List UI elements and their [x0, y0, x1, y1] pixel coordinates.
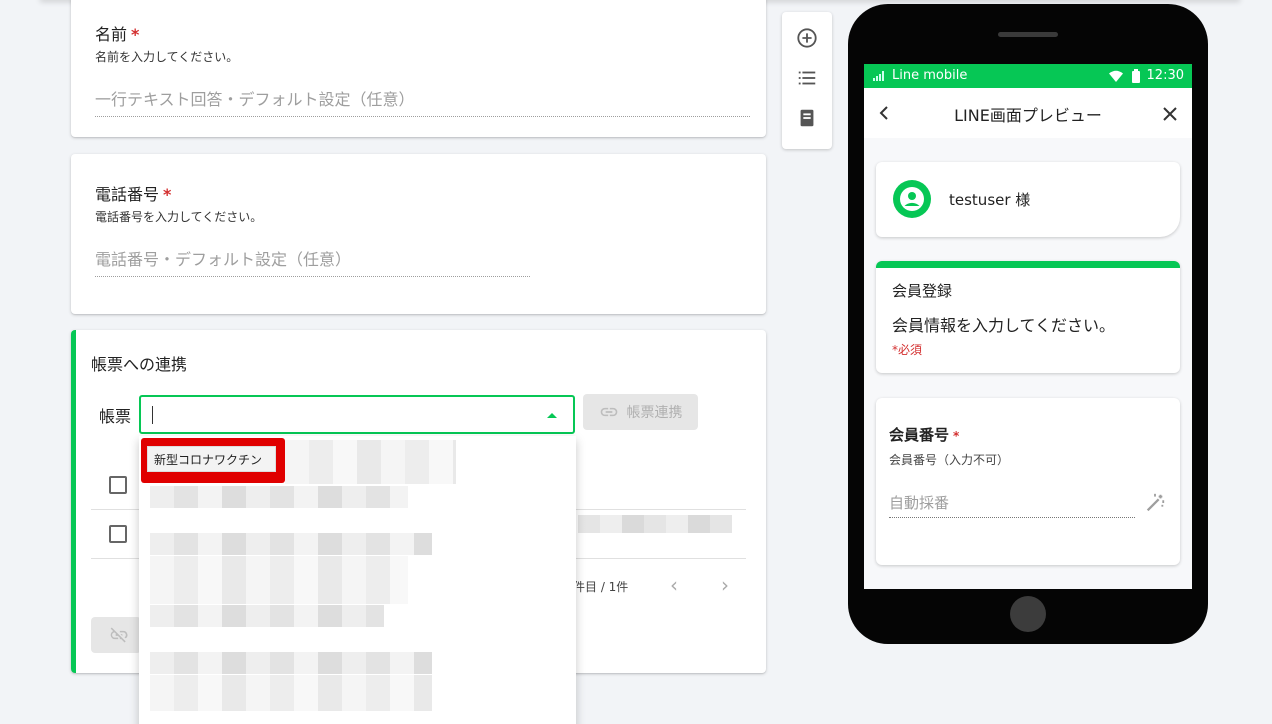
question-title-text: 会員番号: [889, 426, 950, 444]
question-title-text: 電話番号: [95, 185, 160, 204]
form-header-card: 会員登録 会員情報を入力してください。 *必須: [876, 261, 1180, 373]
phone-speaker: [998, 32, 1058, 37]
chevron-left-icon[interactable]: ‹: [670, 575, 678, 595]
close-icon[interactable]: [1162, 106, 1178, 122]
link-off-icon: [110, 627, 128, 643]
blurred-option[interactable]: [150, 486, 408, 508]
user-card: testuser 様: [876, 162, 1180, 237]
question-description: 電話番号を入力してください。: [95, 210, 263, 224]
phone-screen: Line mobile 12:30 LINE画面プレビュー testuser 様…: [864, 64, 1192, 589]
status-time: 12:30: [1146, 68, 1184, 83]
status-bar: Line mobile 12:30: [864, 64, 1192, 88]
user-name: testuser 様: [949, 191, 1031, 209]
preview-app-bar: LINE画面プレビュー: [864, 88, 1192, 138]
pagination-text: 件目 / 1件: [573, 580, 629, 594]
link-ledger-button[interactable]: 帳票連携: [583, 394, 698, 430]
question-title: 名前 *: [95, 21, 139, 45]
chevron-right-icon[interactable]: ›: [721, 575, 729, 595]
ledger-field-label: 帳票: [99, 407, 132, 426]
text-cursor: [152, 406, 153, 424]
ledger-dropdown-menu: 新型コロナワクチン: [139, 436, 576, 724]
unlink-button[interactable]: [91, 617, 141, 653]
question-list-button[interactable]: [795, 66, 819, 90]
ledger-select[interactable]: [139, 395, 575, 434]
section-title: 帳票への連携: [91, 355, 188, 374]
blurred-option[interactable]: [150, 675, 432, 711]
link-icon: [600, 407, 617, 417]
row-checkbox[interactable]: [109, 525, 127, 543]
required-mark: *: [953, 429, 960, 443]
phone-home-button: [1010, 596, 1046, 632]
required-mark: *: [163, 185, 172, 204]
form-description: 会員情報を入力してください。: [892, 316, 1116, 335]
caret-up-icon[interactable]: [547, 413, 557, 418]
required-note: *必須: [892, 343, 923, 357]
form-icon: [800, 109, 814, 127]
member-number-question-card: 会員番号 * 会員番号（入力不可） 自動採番: [876, 398, 1180, 565]
form-title: 会員登録: [892, 282, 953, 300]
question-description: 名前を入力してください。: [95, 50, 239, 64]
question-title: 会員番号 *: [889, 424, 959, 445]
question-title-text: 名前: [95, 25, 128, 44]
question-title: 電話番号 *: [95, 181, 171, 205]
dropdown-option[interactable]: 新型コロナワクチン: [147, 446, 276, 472]
carrier-name: Line mobile: [892, 68, 968, 83]
phone-preview-frame: Line mobile 12:30 LINE画面プレビュー testuser 様…: [848, 4, 1208, 644]
add-circle-icon: [797, 28, 817, 48]
blurred-option[interactable]: [150, 556, 408, 604]
preview-button[interactable]: [795, 106, 819, 130]
question-card-phone: 電話番号 * 電話番号を入力してください。 電話番号・デフォルト設定（任意）: [71, 154, 766, 314]
required-mark: *: [131, 25, 140, 44]
blurred-option[interactable]: [285, 440, 456, 484]
select-all-checkbox[interactable]: [109, 476, 127, 494]
signal-icon: [873, 71, 884, 81]
question-description: 会員番号（入力不可）: [889, 453, 1010, 467]
user-avatar-icon: [893, 180, 931, 218]
link-ledger-button-label: 帳票連携: [626, 405, 683, 421]
blurred-option[interactable]: [150, 652, 432, 674]
blurred-option[interactable]: [150, 533, 432, 555]
floating-toolbar: [782, 12, 832, 149]
add-question-button[interactable]: [795, 26, 819, 50]
preview-title: LINE画面プレビュー: [954, 106, 1102, 125]
default-value-input[interactable]: 一行テキスト回答・デフォルト設定（任意）: [95, 86, 750, 117]
blurred-option[interactable]: [150, 605, 384, 627]
wifi-icon: [1109, 70, 1123, 82]
question-card-name: 名前 * 名前を入力してください。 一行テキスト回答・デフォルト設定（任意）: [71, 0, 766, 137]
magic-wand-icon: [1146, 493, 1165, 512]
blurred-row-content: [578, 515, 732, 533]
active-card-accent: [71, 330, 76, 673]
list-icon: [798, 71, 816, 85]
default-value-input[interactable]: 電話番号・デフォルト設定（任意）: [95, 246, 530, 277]
battery-icon: [1132, 69, 1140, 83]
member-number-input: 自動採番: [889, 492, 1135, 518]
